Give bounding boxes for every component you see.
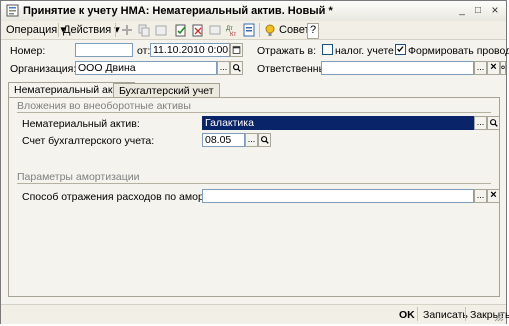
responsible-search-icon[interactable] xyxy=(500,61,506,75)
checkmark-icon xyxy=(397,46,404,53)
toolbar-separator xyxy=(259,23,260,37)
tab-panel: Вложения во внеоборотные активы Нематери… xyxy=(8,97,500,297)
title-bar: Принятие к учету НМА: Нематериальный акт… xyxy=(1,1,506,22)
responsible-field[interactable] xyxy=(321,61,474,75)
organization-label: Организация: xyxy=(10,63,77,75)
cancel-post-icon[interactable] xyxy=(191,23,205,37)
amortization-method-field[interactable] xyxy=(202,189,474,203)
responsible-clear-button[interactable]: × xyxy=(487,61,500,75)
operation-menu[interactable]: Операция ▾ xyxy=(6,23,66,37)
asset-field[interactable]: Галактика xyxy=(202,116,474,130)
generate-postings-checkbox[interactable] xyxy=(395,44,406,55)
document-window: Принятие к учету НМА: Нематериальный акт… xyxy=(0,0,509,324)
organization-select-button[interactable]: ... xyxy=(217,61,230,75)
post-document-icon[interactable] xyxy=(174,23,188,37)
responsible-select-button[interactable]: ... xyxy=(474,61,487,75)
window-title: Принятие к учету НМА: Нематериальный акт… xyxy=(23,5,333,17)
tips-icon xyxy=(265,24,275,36)
tab-accounting[interactable]: Бухгалтерский учет xyxy=(113,83,220,98)
section-amortization-title: Параметры амортизации xyxy=(17,171,140,183)
footer-separator xyxy=(417,307,418,321)
toolbar: Операция ▾ Действия ▾ Дт Кт Советы ? xyxy=(1,21,506,40)
edit-icon[interactable] xyxy=(154,23,168,37)
ok-button[interactable]: OK xyxy=(399,309,415,321)
magnifier-icon[interactable] xyxy=(230,61,243,75)
date-from-label: от: xyxy=(137,45,151,57)
add-icon[interactable] xyxy=(120,23,134,37)
movements-icon[interactable] xyxy=(208,23,222,37)
toolbar-separator xyxy=(58,23,59,37)
number-label: Номер: xyxy=(10,45,46,57)
help-button[interactable]: ? xyxy=(307,23,319,39)
tax-accounting-label: налог. учете xyxy=(335,45,394,57)
asset-select-button[interactable]: ... xyxy=(474,116,487,130)
report-icon[interactable] xyxy=(242,23,256,37)
resize-grip-icon[interactable] xyxy=(494,312,504,322)
document-icon xyxy=(6,4,19,17)
amortization-clear-button[interactable]: × xyxy=(487,189,500,203)
account-label: Счет бухгалтерского учета: xyxy=(22,135,155,147)
footer-bar: OK Записать Закрыть xyxy=(1,304,509,324)
minimize-button[interactable]: _ xyxy=(455,4,469,17)
account-select-button[interactable]: ... xyxy=(245,133,258,147)
close-window-button[interactable]: × xyxy=(488,4,502,17)
copy-icon[interactable] xyxy=(137,23,151,37)
svg-text:Кт: Кт xyxy=(230,32,236,37)
calendar-icon[interactable] xyxy=(230,43,243,57)
toolbar-separator xyxy=(115,23,116,37)
section-investments-title: Вложения во внеоборотные активы xyxy=(17,100,191,112)
asset-search-icon[interactable] xyxy=(487,116,500,130)
footer-separator xyxy=(465,307,466,321)
actions-menu[interactable]: Действия ▾ xyxy=(63,23,120,37)
amortization-select-button[interactable]: ... xyxy=(474,189,487,203)
account-search-icon[interactable] xyxy=(258,133,271,147)
organization-field[interactable]: ООО Двина xyxy=(75,61,217,75)
reflect-label: Отражать в: xyxy=(257,45,316,57)
asset-label: Нематериальный актив: xyxy=(22,118,140,130)
date-field[interactable]: 11.10.2010 0:00:00 xyxy=(150,43,230,57)
generate-postings-label: Формировать проводки xyxy=(408,45,509,57)
dt-kt-icon[interactable]: ДтКт xyxy=(225,23,239,37)
section-divider xyxy=(17,112,491,113)
tax-accounting-checkbox[interactable] xyxy=(322,44,333,55)
maximize-button[interactable]: □ xyxy=(471,4,485,17)
save-button[interactable]: Записать xyxy=(423,309,468,321)
section-divider xyxy=(17,183,491,184)
account-field[interactable]: 08.05 xyxy=(202,133,245,147)
number-field[interactable] xyxy=(75,43,133,57)
